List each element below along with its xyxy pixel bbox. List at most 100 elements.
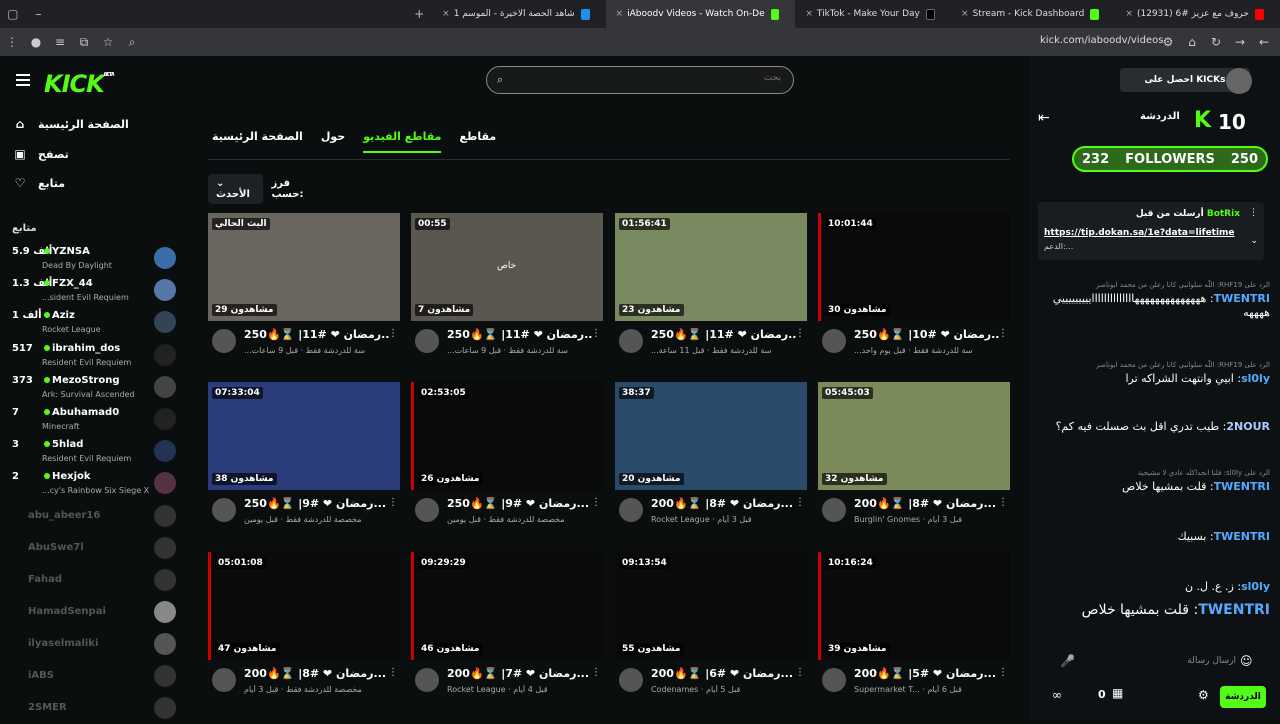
sidebar-channel-offline[interactable]: iABS — [12, 662, 178, 692]
more-options-icon[interactable]: ⋮ — [388, 667, 398, 678]
forward-icon[interactable]: → — [1228, 35, 1252, 49]
site-settings-icon[interactable]: ⚙ — [1156, 35, 1180, 49]
video-card[interactable]: 02:53:05 26 مشاهدون رمضان ❤ #9| ⌛🔥250... … — [411, 382, 603, 540]
more-options-icon[interactable]: ⋮ — [795, 497, 805, 508]
chat-input[interactable]: ارسال رسالة — [1052, 650, 1266, 676]
tab-clips[interactable]: مقاطع — [459, 130, 496, 153]
video-card[interactable]: 09:13:54 55 مشاهدون رمضان ❤ #6| ⌛🔥200... … — [615, 552, 807, 710]
video-thumbnail[interactable]: 10:01:44 30 مشاهدون — [818, 213, 1010, 321]
more-options-icon[interactable]: ⋮ — [998, 497, 1008, 508]
infinity-icon[interactable]: ∞ — [1052, 688, 1062, 702]
more-options-icon[interactable]: ⋮ — [591, 497, 601, 508]
browser-tab-1[interactable]: × iAboodv Videos - Watch On-De — [605, 0, 796, 28]
sidebar-nav-browse[interactable]: ▣ تصفح — [12, 143, 182, 165]
more-options-icon[interactable]: ⋮ — [388, 497, 398, 508]
more-options-icon[interactable]: ⋮ — [591, 328, 601, 339]
menu-dots-icon[interactable]: ⋮ — [0, 35, 24, 49]
avatar[interactable] — [822, 329, 846, 353]
avatar[interactable] — [822, 668, 846, 692]
browser-tab-2[interactable]: × TikTok - Make Your Day — [795, 0, 951, 28]
avatar[interactable] — [619, 329, 643, 353]
tab-about[interactable]: حول — [321, 130, 345, 153]
more-options-icon[interactable]: ⋮ — [388, 328, 398, 339]
avatar[interactable] — [212, 329, 236, 353]
video-thumbnail[interactable]: البث الحالي 29 مشاهدون — [208, 213, 400, 321]
search-input[interactable] — [511, 72, 781, 82]
sidebar-channel[interactable]: 373 MezoStrong Ark: Survival Ascended — [12, 373, 178, 403]
menu-dots-icon[interactable]: ⋮ — [1249, 208, 1258, 218]
send-chat-button[interactable]: الدردشة — [1220, 686, 1266, 708]
video-card[interactable]: 01:56:41 23 مشاهدون رمضان ❤ #11| ⌛🔥250...… — [615, 213, 807, 371]
settings-icon[interactable]: ⚙ — [1198, 688, 1209, 702]
sidebar-channel[interactable]: 1.3 ألف FZX_44 ...sident Evil Requiem — [12, 276, 178, 306]
sidebar-nav-following[interactable]: ♡ متابع — [12, 172, 182, 194]
sidebar-channel-offline[interactable]: HamadSenpai — [12, 598, 178, 628]
sidebar-channel[interactable]: 517 ibrahim_dos Resident Evil Requiem — [12, 341, 178, 371]
more-options-icon[interactable]: ⋮ — [795, 328, 805, 339]
video-thumbnail[interactable]: 38:37 20 مشاهدون — [615, 382, 807, 490]
avatar[interactable] — [415, 329, 439, 353]
more-options-icon[interactable]: ⋮ — [998, 328, 1008, 339]
home-icon[interactable]: ⌂ — [1180, 35, 1204, 49]
video-card[interactable]: 09:29:29 46 مشاهدون رمضان ❤ #7| ⌛🔥200... … — [411, 552, 603, 710]
avatar[interactable] — [619, 498, 643, 522]
pinned-message[interactable]: أرسلت من قبل BotRix ⋮ https://tip.dokan.… — [1038, 202, 1264, 260]
tab-videos[interactable]: مقاطع الفيديو — [363, 130, 442, 153]
sidebar-nav-home[interactable]: ⌂ الصفحة الرئيسية — [12, 113, 182, 135]
video-thumbnail[interactable]: 09:29:29 46 مشاهدون — [411, 552, 603, 660]
tab-home[interactable]: الصفحة الرئيسية — [212, 130, 303, 153]
avatar[interactable] — [619, 668, 643, 692]
kick-logo[interactable]: KICK BETA — [44, 70, 115, 98]
sidebar-channel-offline[interactable]: Fahad — [12, 566, 178, 596]
search-bar[interactable]: ⌕ — [486, 66, 794, 94]
tab-menu-icon[interactable]: ▢ — [0, 0, 26, 28]
more-options-icon[interactable]: ⋮ — [591, 667, 601, 678]
reload-icon[interactable]: ↻ — [1204, 35, 1228, 49]
video-thumbnail[interactable]: 05:01:08 47 مشاهدون — [208, 552, 400, 660]
avatar[interactable] — [1226, 68, 1252, 94]
video-card[interactable]: 38:37 20 مشاهدون رمضان ❤ #8| ⌛🔥200... Roc… — [615, 382, 807, 540]
video-card[interactable]: 07:33:04 38 مشاهدون رمضان ❤ #9| ⌛🔥250... … — [208, 382, 400, 540]
sidebar-channel[interactable]: 3 5hlad Resident Evil Requiem — [12, 437, 178, 467]
avatar[interactable] — [415, 668, 439, 692]
sidebar-channel-offline[interactable]: ilyaselmaliki — [12, 630, 178, 660]
emoji-icon[interactable]: ☺ — [1240, 654, 1253, 668]
video-thumbnail[interactable]: 09:13:54 55 مشاهدون — [615, 552, 807, 660]
video-thumbnail[interactable]: 10:16:24 39 مشاهدون — [818, 552, 1010, 660]
video-thumbnail[interactable]: 07:33:04 38 مشاهدون — [208, 382, 400, 490]
new-tab-icon[interactable]: + — [406, 0, 432, 28]
back-icon[interactable]: ← — [1252, 35, 1276, 49]
url-field[interactable]: kick.com/iaboodv/videos — [1040, 35, 1163, 46]
video-thumbnail[interactable]: 01:56:41 23 مشاهدون — [615, 213, 807, 321]
video-thumbnail[interactable]: 02:53:05 26 مشاهدون — [411, 382, 603, 490]
more-options-icon[interactable]: ⋮ — [795, 667, 805, 678]
hamburger-menu-icon[interactable] — [16, 74, 30, 86]
browser-tab-3[interactable]: × Stream - Kick Dashboard — [951, 0, 1115, 28]
video-thumbnail[interactable]: 00:55 خاص 7 مشاهدون — [411, 213, 603, 321]
avatar[interactable] — [822, 498, 846, 522]
video-card[interactable]: 00:55 خاص 7 مشاهدون رمضان ❤ #11| ⌛🔥250... … — [411, 213, 603, 371]
zoom-icon[interactable]: ⌕ — [120, 35, 144, 50]
collapse-chat-icon[interactable]: ⇤ — [1038, 110, 1050, 126]
avatar[interactable] — [415, 498, 439, 522]
gift-icon[interactable]: ▦ — [1112, 686, 1123, 700]
sidebar-channel[interactable]: 2 Hexjok ...cy's Rainbow Six Siege X — [12, 469, 178, 499]
avatar[interactable] — [212, 498, 236, 522]
sort-dropdown[interactable]: ⌄ الأحدث — [208, 174, 264, 204]
video-card[interactable]: 05:45:03 32 مشاهدون رمضان ❤ #8| ⌛🔥200... … — [818, 382, 1010, 540]
video-card[interactable]: 10:01:44 30 مشاهدون رمضان ❤ #10| ⌛🔥250...… — [818, 213, 1010, 371]
video-card[interactable]: 05:01:08 47 مشاهدون رمضان ❤ #8| ⌛🔥200... … — [208, 552, 400, 710]
extensions-icon[interactable]: ⧉ — [72, 35, 96, 50]
more-options-icon[interactable]: ⋮ — [998, 667, 1008, 678]
avatar[interactable] — [212, 668, 236, 692]
sidebar-channel[interactable]: 7 Abuhamad0 Minecraft — [12, 405, 178, 435]
browser-tab-4[interactable]: × (12931) حروف مع عزيز #6 — [1115, 0, 1280, 28]
video-thumbnail[interactable]: 05:45:03 32 مشاهدون — [818, 382, 1010, 490]
mic-icon[interactable]: 🎤 — [1060, 654, 1075, 668]
minimize-icon[interactable]: – — [26, 0, 52, 28]
profile-icon[interactable]: ● — [24, 35, 48, 49]
chevron-down-icon[interactable]: ⌄ — [1250, 236, 1258, 246]
browser-tab-0[interactable]: × شاهد الحصة الاخيرة - الموسم 1 — [432, 0, 605, 28]
bookmark-star-icon[interactable]: ☆ — [96, 35, 120, 49]
sidebar-channel-offline[interactable]: AbuSwe7l — [12, 534, 178, 564]
